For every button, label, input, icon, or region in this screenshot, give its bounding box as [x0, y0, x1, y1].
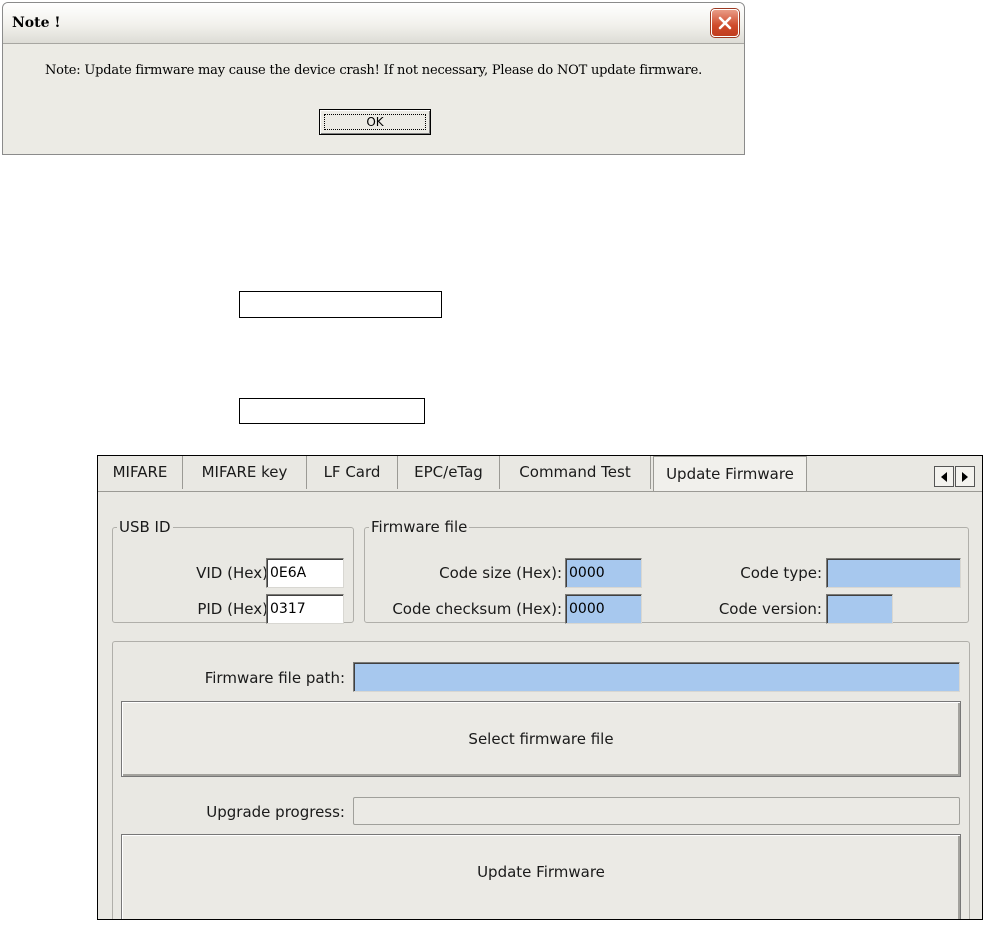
- tab-scroll-left-button[interactable]: [934, 466, 954, 487]
- note-dialog-titlebar[interactable]: Note !: [3, 3, 744, 44]
- blank-box: [239, 291, 442, 318]
- blank-box: [239, 398, 425, 424]
- note-dialog: Note ! Note: Update firmware may cause t…: [2, 2, 745, 155]
- arrow-right-icon: [962, 471, 968, 482]
- usb-id-legend: USB ID: [119, 518, 171, 536]
- upgrade-progress-bar: [353, 797, 960, 825]
- vid-input[interactable]: [266, 558, 344, 588]
- code-type-field[interactable]: [826, 558, 961, 588]
- code-version-field[interactable]: [826, 594, 893, 624]
- tab-scroll-right-button[interactable]: [955, 466, 975, 487]
- app-panel: MIFARE MIFARE key LF Card EPC/eTag Comma…: [97, 455, 983, 920]
- usb-id-group: USB ID VID (Hex): PID (Hex):: [112, 518, 354, 624]
- code-size-label: Code size (Hex):: [439, 564, 562, 582]
- firmware-file-legend: Firmware file: [371, 518, 468, 536]
- code-checksum-field[interactable]: [565, 594, 642, 624]
- update-firmware-button[interactable]: Update Firmware: [121, 834, 961, 919]
- ok-button[interactable]: OK: [319, 109, 431, 135]
- firmware-path-field[interactable]: [353, 662, 960, 692]
- close-button[interactable]: [711, 9, 739, 37]
- tab-mifare[interactable]: MIFARE: [98, 456, 183, 489]
- code-checksum-label: Code checksum (Hex):: [392, 600, 562, 618]
- tab-command-test[interactable]: Command Test: [500, 456, 651, 489]
- update-group: Firmware file path: Select firmware file…: [112, 641, 970, 919]
- update-firmware-page: USB ID VID (Hex): PID (Hex): Firmware fi…: [98, 491, 982, 919]
- code-version-label: Code version:: [718, 600, 822, 618]
- note-dialog-title: Note !: [12, 15, 61, 31]
- code-type-label: Code type:: [740, 564, 822, 582]
- tab-lf-card[interactable]: LF Card: [307, 456, 398, 489]
- pid-input[interactable]: [266, 594, 344, 624]
- tab-update-firmware[interactable]: Update Firmware: [653, 456, 807, 492]
- tab-epc-etag[interactable]: EPC/eTag: [398, 456, 500, 489]
- upgrade-progress-label: Upgrade progress:: [206, 803, 345, 821]
- firmware-file-group: Firmware file Code size (Hex): Code chec…: [364, 518, 969, 624]
- close-icon: [718, 16, 732, 30]
- code-size-field[interactable]: [565, 558, 642, 588]
- select-firmware-file-button[interactable]: Select firmware file: [121, 701, 961, 777]
- vid-label: VID (Hex):: [196, 564, 273, 582]
- firmware-path-label: Firmware file path:: [204, 669, 345, 687]
- arrow-left-icon: [941, 471, 947, 482]
- note-dialog-message: Note: Update firmware may cause the devi…: [44, 63, 703, 78]
- pid-label: PID (Hex):: [197, 600, 273, 618]
- tab-mifare-key[interactable]: MIFARE key: [183, 456, 307, 489]
- tab-strip: MIFARE MIFARE key LF Card EPC/eTag Comma…: [98, 456, 982, 492]
- ok-button-label: OK: [324, 114, 426, 130]
